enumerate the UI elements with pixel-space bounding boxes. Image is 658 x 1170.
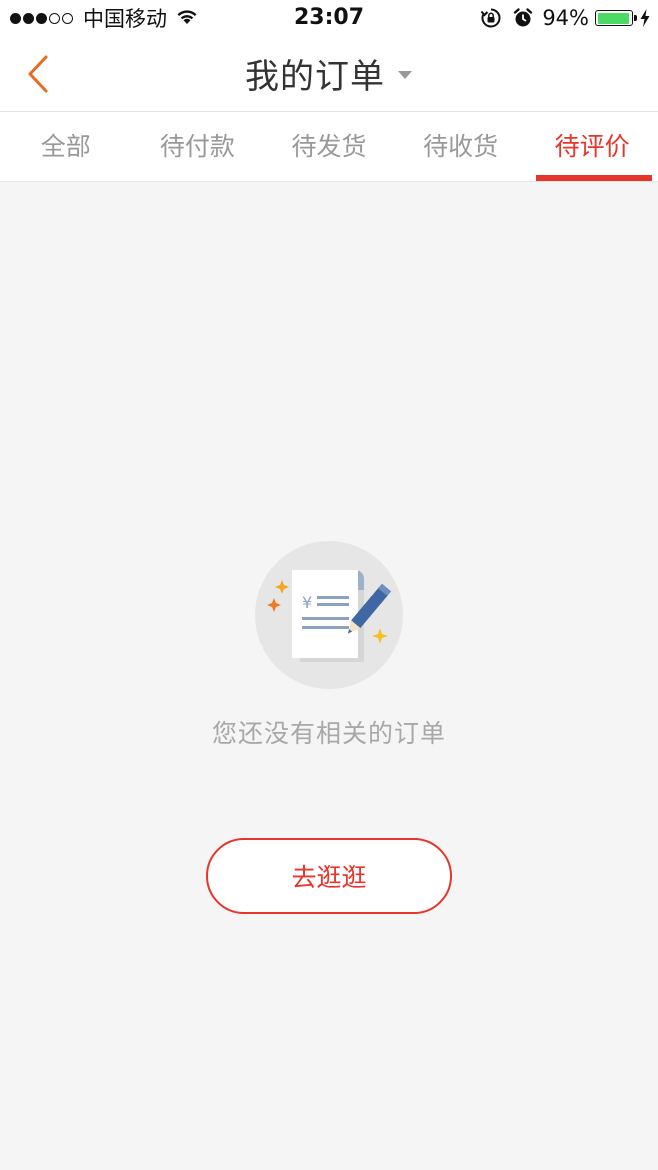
tab-label: 全部: [40, 132, 91, 161]
alarm-icon: [512, 7, 534, 29]
button-label: 去逛逛: [291, 863, 367, 892]
navigation-bar: 我的订单: [0, 36, 658, 112]
status-bar: 中国移动 23:07 94%: [0, 0, 658, 36]
active-tab-indicator: [536, 175, 652, 181]
empty-state: ¥ 您还没有相关的订单: [0, 540, 658, 750]
status-right: 94%: [480, 4, 650, 32]
title-dropdown[interactable]: 我的订单: [0, 36, 658, 110]
order-review-icon: ¥: [255, 541, 403, 689]
svg-text:¥: ¥: [302, 593, 312, 612]
tab-label: 待评价: [554, 132, 630, 161]
tab-label: 待发货: [291, 132, 367, 161]
tab-label: 待付款: [159, 132, 235, 161]
battery-percent: 94%: [542, 6, 589, 30]
tab-pending-receipt[interactable]: 待收货: [395, 112, 527, 181]
go-shopping-button[interactable]: 去逛逛: [206, 838, 452, 914]
charging-bolt-icon: [640, 9, 650, 27]
rotation-lock-icon: [480, 7, 502, 29]
empty-message: 您还没有相关的订单: [211, 719, 446, 748]
tab-pending-payment[interactable]: 待付款: [132, 112, 264, 181]
battery-icon: [595, 10, 637, 26]
tab-all[interactable]: 全部: [0, 112, 132, 181]
caret-down-icon: [398, 71, 412, 79]
tab-pending-shipment[interactable]: 待发货: [263, 112, 395, 181]
page-title: 我的订单: [245, 56, 385, 97]
tab-pending-review[interactable]: 待评价: [526, 112, 658, 181]
order-status-tabs: 全部 待付款 待发货 待收货 待评价: [0, 112, 658, 182]
tab-label: 待收货: [423, 132, 499, 161]
